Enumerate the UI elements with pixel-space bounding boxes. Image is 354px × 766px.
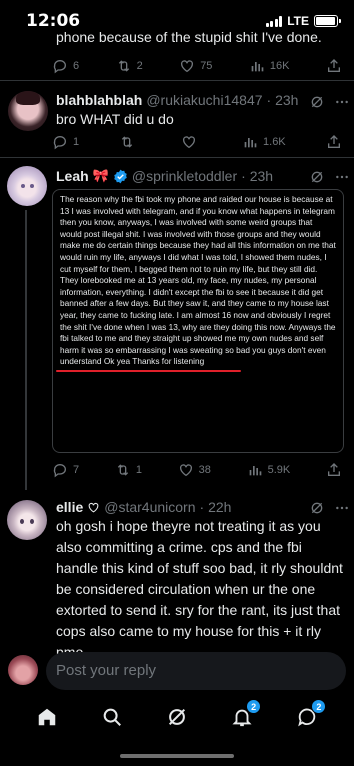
avatar[interactable] — [7, 166, 47, 206]
views-icon — [251, 62, 264, 72]
views-icon — [244, 138, 257, 148]
avatar[interactable] — [8, 91, 48, 131]
repost-count: 2 — [136, 60, 143, 72]
tab-bar: 2 2 — [0, 697, 354, 737]
share-button[interactable] — [326, 134, 342, 150]
bow-emoji: 🎀 — [92, 168, 109, 183]
heart-outline-icon — [88, 502, 99, 512]
grok-icon — [168, 708, 186, 726]
own-avatar[interactable] — [8, 655, 38, 685]
thread-line — [25, 210, 27, 490]
search-icon — [103, 708, 121, 726]
reply-2-header: Leah 🎀 @sprinkletoddler · 23h — [56, 168, 273, 184]
like-button[interactable] — [181, 134, 202, 150]
reply-3-text: oh gosh i hope theyre not treating it as… — [56, 518, 343, 660]
reply-1-header: blahblahblah @rukiakuchi14847 · 23h — [56, 92, 298, 108]
reply-count: 7 — [73, 464, 80, 476]
views-icon — [249, 466, 261, 476]
divider — [0, 157, 354, 158]
repost-button[interactable]: 2 — [116, 58, 143, 74]
repost-button[interactable] — [119, 134, 140, 150]
status-time: 12:06 — [26, 11, 81, 31]
views-count: 5.9K — [267, 464, 291, 476]
grok-icon[interactable] — [309, 169, 325, 185]
battery-icon — [314, 15, 341, 27]
home-indicator — [120, 754, 234, 758]
reply-icon — [53, 136, 66, 150]
home-icon — [38, 708, 55, 726]
grok-icon[interactable] — [309, 94, 325, 110]
display-name[interactable]: blahblahblah — [56, 92, 142, 108]
share-button[interactable] — [326, 58, 342, 74]
like-button[interactable]: 75 — [179, 58, 212, 74]
reply-button[interactable]: 1 — [52, 134, 79, 150]
heart-icon — [182, 136, 195, 149]
repost-count: 1 — [135, 464, 142, 476]
reply-input[interactable]: Post your reply — [46, 652, 346, 690]
repost-icon — [117, 464, 128, 476]
divider — [0, 80, 354, 81]
timestamp[interactable]: · 23h — [241, 168, 273, 184]
reply-count: 6 — [73, 60, 80, 72]
more-icon[interactable] — [334, 94, 350, 110]
signal-icon — [265, 15, 283, 27]
reply-1-actions: 1 1.6K — [52, 134, 342, 150]
heart-icon — [179, 464, 192, 477]
tab-search[interactable] — [98, 703, 126, 731]
previous-reply-text: phone because of the stupid shit I've do… — [56, 32, 322, 45]
share-icon — [327, 135, 340, 148]
heart-icon — [181, 60, 194, 73]
reply-button[interactable]: 6 — [52, 58, 79, 74]
messages-badge: 2 — [311, 699, 327, 714]
handle[interactable]: @sprinkletoddler — [132, 168, 237, 184]
avatar[interactable] — [7, 500, 47, 540]
share-icon — [327, 59, 340, 72]
display-name[interactable]: Leah — [56, 168, 89, 184]
repost-icon — [122, 136, 133, 148]
more-icon[interactable] — [334, 500, 350, 516]
status-indicators: LTE — [265, 14, 341, 28]
views-button[interactable]: 16K — [249, 58, 290, 74]
red-underline-mark — [56, 370, 241, 372]
tab-notifications[interactable]: 2 — [228, 699, 262, 731]
reply-button[interactable]: 7 — [52, 462, 79, 478]
reply-2-actions: 7 1 38 5.9K — [52, 462, 342, 478]
repost-icon — [118, 60, 129, 72]
views-count: 1.6K — [263, 136, 286, 148]
reply-count: 1 — [73, 136, 80, 148]
share-icon — [327, 463, 340, 476]
reply-3-header: ellie @star4unicorn · 22h — [56, 499, 231, 515]
like-count: 75 — [200, 60, 213, 72]
handle[interactable]: @star4unicorn — [104, 499, 195, 515]
tab-messages[interactable]: 2 — [293, 699, 327, 731]
like-count: 38 — [198, 464, 211, 476]
like-button[interactable]: 38 — [178, 462, 211, 478]
reply-1-text: bro WHAT did u do — [56, 111, 174, 127]
previous-reply-actions: 6 2 75 16K — [52, 58, 342, 74]
timestamp[interactable]: · 23h — [267, 92, 299, 108]
reply-icon — [53, 60, 66, 74]
share-button[interactable] — [326, 462, 342, 478]
grok-icon[interactable] — [309, 500, 325, 516]
more-icon[interactable] — [334, 169, 350, 185]
display-name[interactable]: ellie — [56, 499, 83, 515]
views-count: 16K — [269, 60, 290, 72]
views-button[interactable]: 1.6K — [242, 134, 286, 150]
handle[interactable]: @rukiakuchi14847 — [146, 92, 262, 108]
timestamp[interactable]: · 22h — [200, 499, 232, 515]
verified-badge-icon — [114, 169, 127, 183]
tab-grok[interactable] — [163, 703, 191, 731]
screenshot-text: The reason why the fbi took my phone and… — [60, 194, 336, 367]
reply-composer: Post your reply — [0, 652, 354, 696]
views-button[interactable]: 5.9K — [247, 462, 291, 478]
screenshot-image[interactable]: The reason why the fbi took my phone and… — [52, 189, 344, 453]
notifications-badge: 2 — [246, 699, 262, 714]
tab-home[interactable] — [33, 703, 61, 731]
network-type: LTE — [287, 14, 309, 28]
reply-icon — [53, 464, 66, 478]
repost-button[interactable]: 1 — [115, 462, 142, 478]
